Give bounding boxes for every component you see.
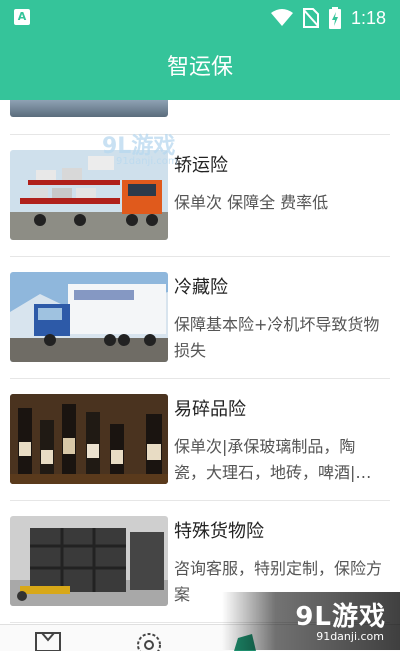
- item-description: 保单次|承保玻璃制品，陶瓷，大理石，地砖，啤酒|…: [174, 437, 372, 482]
- watermark-site: 91danji.com: [116, 156, 178, 167]
- item-title: 特殊货物险: [174, 521, 264, 542]
- watermark-brand: 9L游戏: [295, 602, 386, 632]
- status-bar: A 1:18: [0, 0, 400, 36]
- item-thumbnail: [10, 394, 168, 484]
- item-title: 易碎品险: [174, 399, 246, 420]
- page-title: 智运保: [166, 55, 233, 80]
- item-thumbnail: [10, 272, 168, 362]
- list-item-fragile[interactable]: 易碎品险 保单次|承保玻璃制品，陶瓷，大理石，地砖，啤酒|…: [10, 378, 390, 501]
- item-description: 保障基本险+冷机坏导致货物损失: [174, 315, 380, 360]
- item-thumbnail: [10, 100, 168, 117]
- wifi-icon: [270, 9, 293, 26]
- service-icon[interactable]: [134, 630, 164, 655]
- insurance-list[interactable]: 轿运险 保单次 保障全 费率低 冷藏险 保障基本险+冷机坏导致货物损失 易碎品险…: [0, 100, 400, 624]
- list-item-refrigerated[interactable]: 冷藏险 保障基本险+冷机坏导致货物损失: [10, 256, 390, 379]
- no-sim-icon: [302, 8, 319, 28]
- watermark-logo-top: 9L游戏 91danji.com: [102, 128, 202, 168]
- status-icons: 1:18: [270, 6, 386, 30]
- item-description: 保单次 保障全 费率低: [174, 193, 329, 212]
- app-bar: 智运保: [0, 36, 400, 100]
- watermark-logo-bottom: 9L游戏 91danji.com: [222, 592, 400, 650]
- item-title: 冷藏险: [174, 277, 228, 298]
- watermark-site: 91danji.com: [316, 630, 384, 643]
- battery-charging-icon: [328, 7, 341, 29]
- status-time: 1:18: [350, 8, 386, 28]
- notification-app-icon: A: [14, 9, 30, 25]
- item-thumbnail: [10, 516, 168, 606]
- policy-icon[interactable]: [33, 630, 63, 652]
